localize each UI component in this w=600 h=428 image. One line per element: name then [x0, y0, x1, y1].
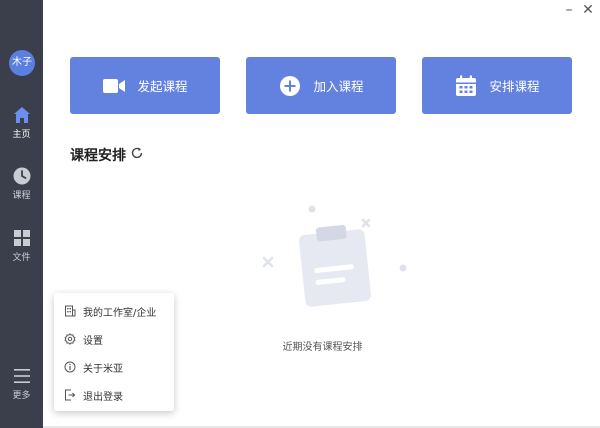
join-course-label: 加入课程	[313, 79, 364, 94]
refresh-icon[interactable]	[130, 146, 144, 160]
sidebar-item-label: 更多	[12, 391, 31, 401]
plus-circle-icon	[280, 75, 301, 96]
sidebar-item-more[interactable]: 更多	[0, 366, 43, 410]
empty-state-text: 近期没有课程安排	[282, 342, 363, 353]
start-course-label: 发起课程	[137, 79, 188, 94]
schedule-course-button[interactable]: 安排课程	[422, 57, 572, 114]
menu-item-studio[interactable]: 我的工作室/企业	[54, 298, 174, 324]
sidebar-item-files[interactable]: 文件	[0, 228, 43, 272]
sidebar-item-course[interactable]: 课程	[0, 166, 43, 210]
building-icon	[65, 305, 76, 317]
close-button[interactable]: ✕	[579, 2, 597, 18]
sidebar: 木子 主页 课程 文件 更多	[0, 0, 43, 428]
menu-icon	[13, 369, 30, 383]
schedule-title: 课程安排	[70, 148, 126, 164]
sidebar-item-home[interactable]: 主页	[0, 105, 43, 149]
minimize-button[interactable]: –	[560, 2, 578, 18]
menu-item-label: 设置	[83, 335, 103, 347]
sidebar-item-label: 文件	[12, 253, 31, 263]
gear-icon	[64, 333, 76, 345]
grid-icon	[13, 230, 30, 246]
sidebar-item-label: 主页	[12, 130, 31, 140]
empty-clipboard-illustration	[262, 205, 407, 307]
schedule-course-label: 安排课程	[489, 79, 540, 94]
calendar-icon	[456, 75, 477, 96]
clock-icon	[13, 167, 30, 185]
menu-item-settings[interactable]: 设置	[54, 326, 174, 352]
video-camera-icon	[103, 78, 126, 93]
home-icon	[13, 107, 30, 123]
logout-icon	[65, 389, 76, 401]
more-menu: 我的工作室/企业 设置 关于米亚 退出登录	[54, 293, 174, 411]
menu-item-logout[interactable]: 退出登录	[54, 382, 174, 408]
menu-item-label: 退出登录	[83, 391, 123, 403]
menu-item-label: 关于米亚	[83, 363, 123, 375]
avatar[interactable]: 木子	[9, 50, 35, 76]
start-course-button[interactable]: 发起课程	[70, 57, 220, 114]
menu-item-about[interactable]: 关于米亚	[54, 354, 174, 380]
menu-item-label: 我的工作室/企业	[83, 307, 157, 319]
join-course-button[interactable]: 加入课程	[246, 57, 396, 114]
sidebar-item-label: 课程	[12, 191, 31, 201]
info-icon	[64, 361, 76, 373]
